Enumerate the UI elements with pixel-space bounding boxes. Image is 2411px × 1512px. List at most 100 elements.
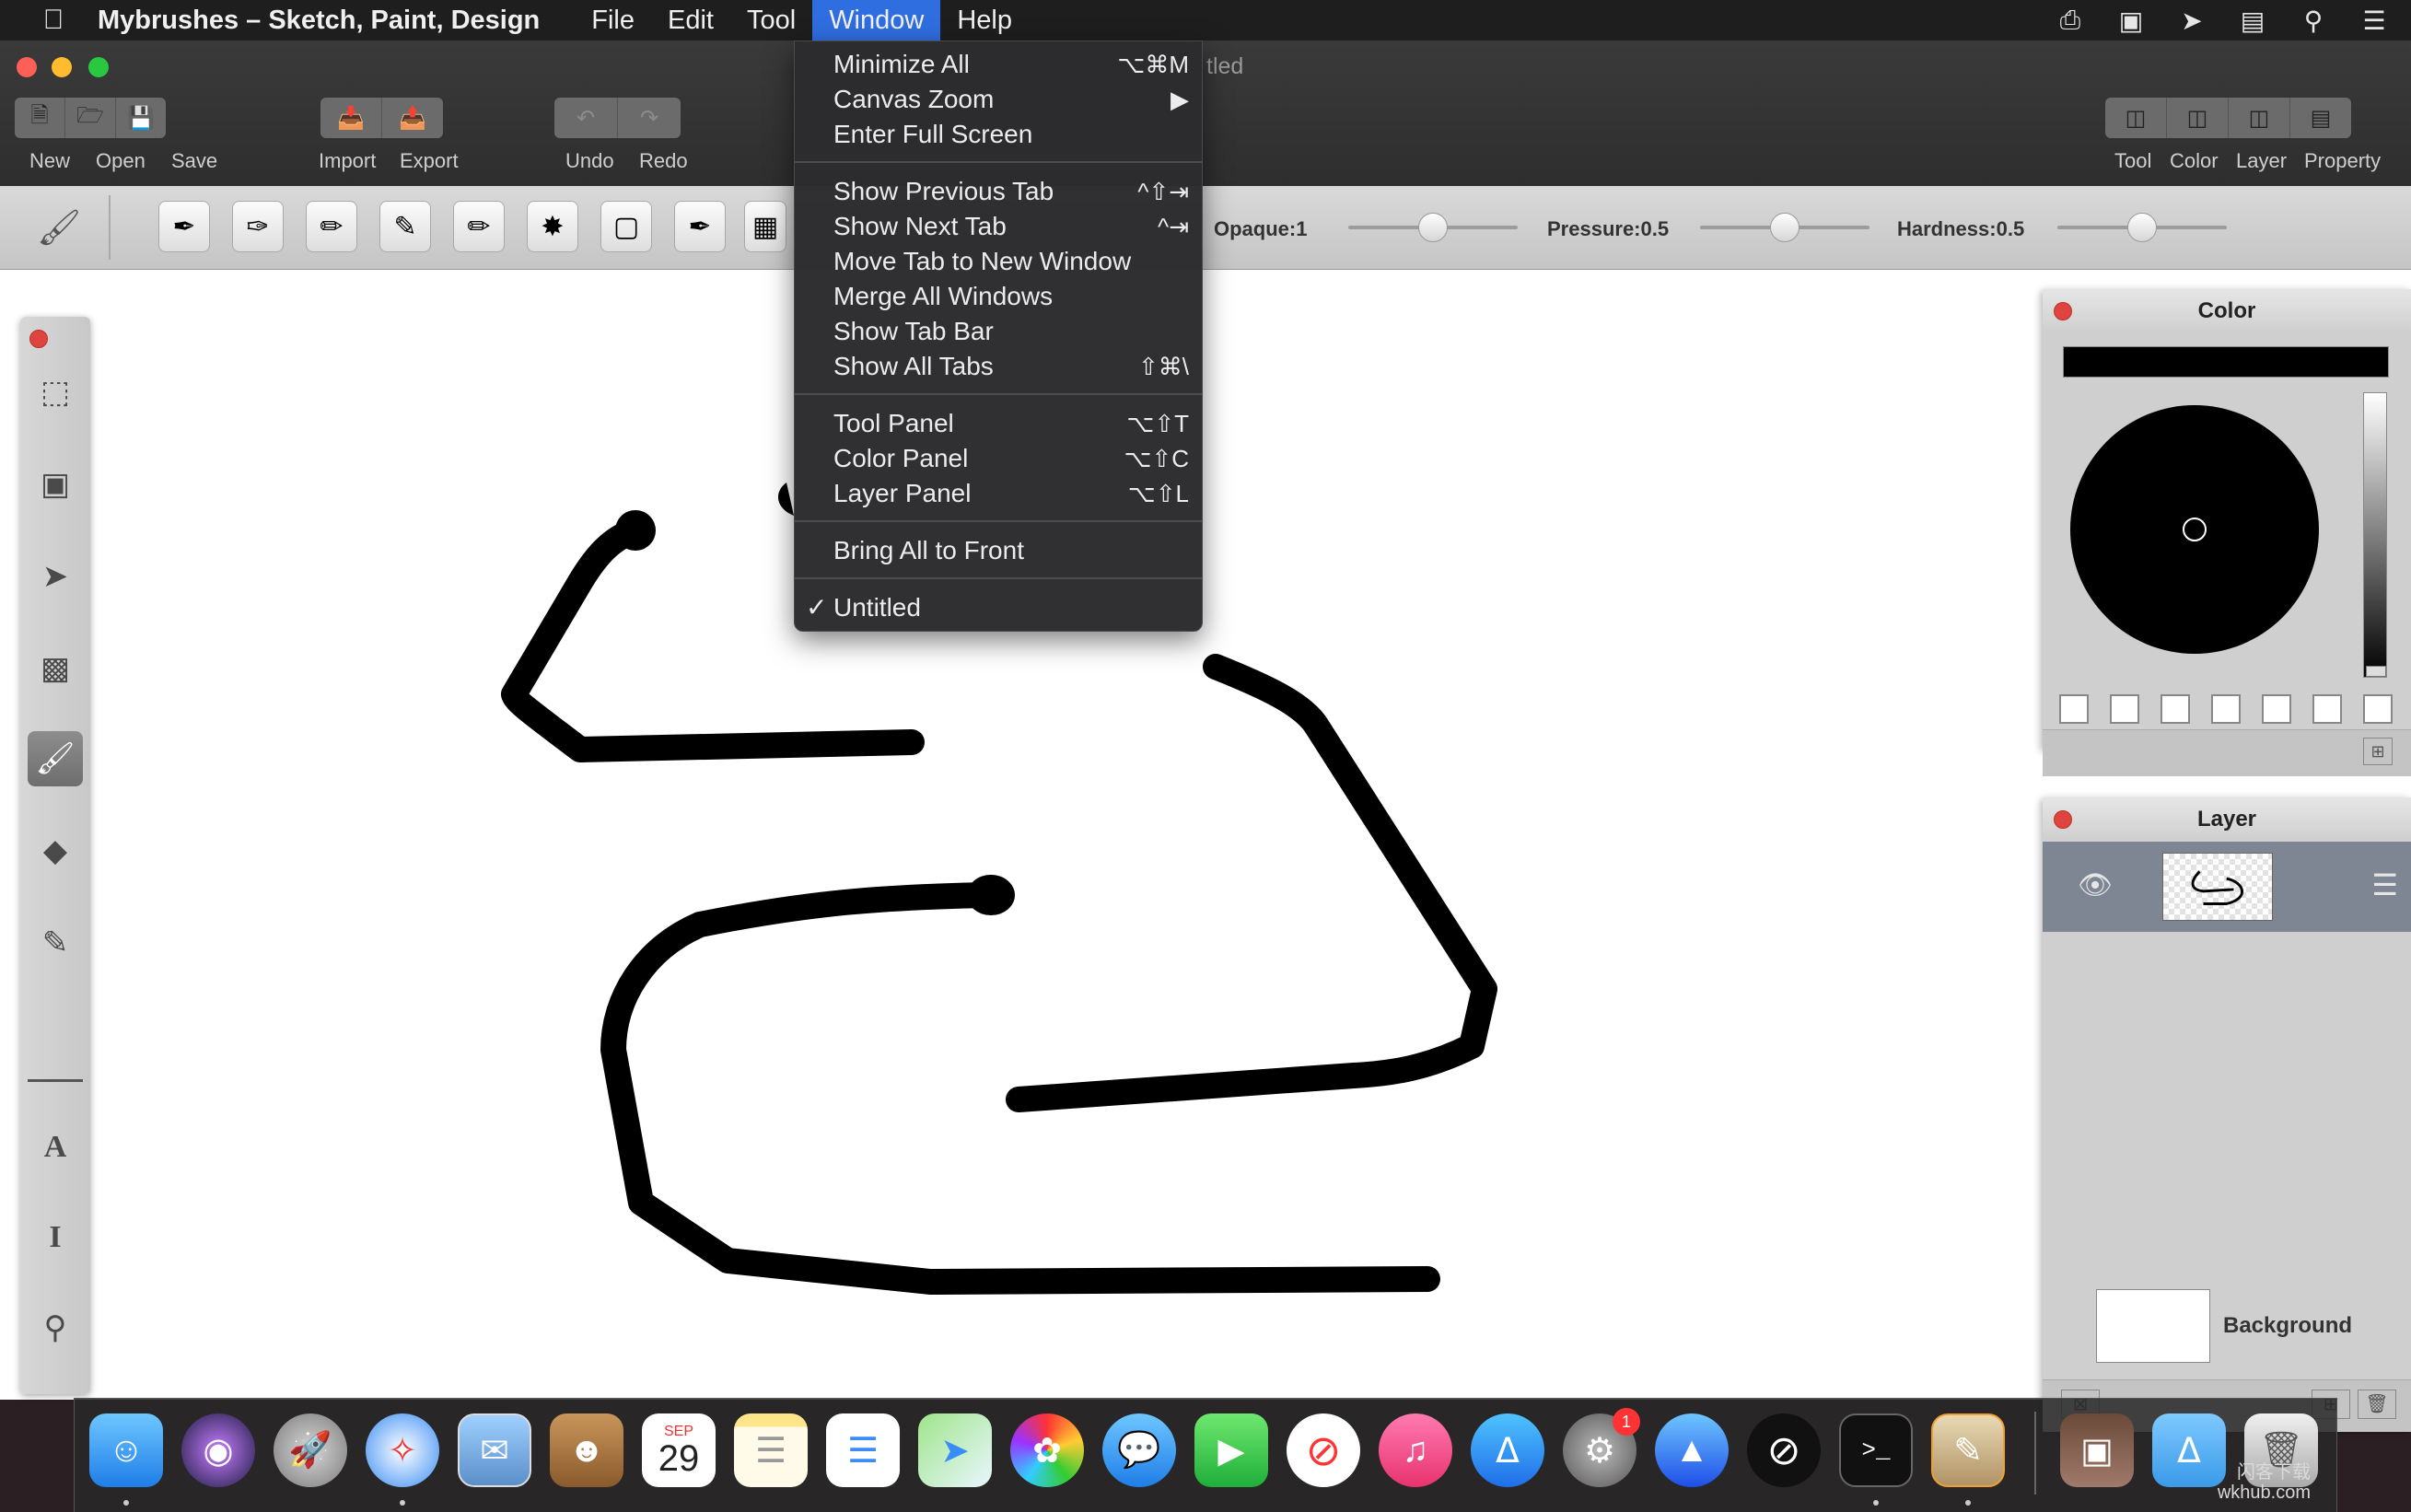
color-picker-ring[interactable] — [2183, 518, 2207, 541]
move-tool[interactable]: ➤ — [28, 549, 83, 604]
toggle-layer-panel-button[interactable]: ◫ — [2229, 98, 2290, 138]
pressure-slider-knob[interactable] — [1770, 213, 1800, 242]
dock-calendar-icon[interactable]: SEP 29 — [642, 1413, 716, 1487]
color-swatch[interactable] — [2110, 694, 2139, 724]
toggle-property-panel-button[interactable]: ▤ — [2290, 98, 2351, 138]
brush-preset-more[interactable]: ▦ — [744, 201, 786, 252]
color-wheel[interactable] — [2070, 405, 2319, 654]
redo-button[interactable]: ↷ — [618, 98, 681, 138]
menu-item-move-tab-to-new-window[interactable]: Move Tab to New Window — [795, 244, 1202, 279]
dock-app-store-icon[interactable]: ᐃ — [1471, 1413, 1544, 1487]
screen-mirror-icon[interactable]: ▤ — [2234, 6, 2271, 36]
new-button[interactable]: 🗎 — [15, 98, 65, 138]
dock-photos-icon[interactable]: ✿ — [1010, 1413, 1084, 1487]
import-button[interactable]: 📥 — [320, 98, 382, 138]
dock-music-icon[interactable]: ♫ — [1379, 1413, 1452, 1487]
dock-terminal-icon[interactable]: >_ — [1839, 1413, 1913, 1487]
brush-preset-charcoal[interactable]: ✎ — [379, 201, 431, 252]
color-swatch[interactable] — [2312, 694, 2342, 724]
menu-item-enter-full-screen[interactable]: Enter Full Screen — [795, 117, 1202, 152]
menu-item-untitled[interactable]: ✓ Untitled — [795, 590, 1202, 625]
app-name-menu[interactable]: Mybrushes – Sketch, Paint, Design — [98, 6, 540, 36]
apple-menu-icon[interactable]:  — [35, 5, 72, 36]
color-swatch[interactable] — [2161, 694, 2190, 724]
color-swatch[interactable] — [2262, 694, 2291, 724]
menu-item-canvas-zoom[interactable]: Canvas Zoom ▶ — [795, 82, 1202, 117]
layer-row-selected[interactable]: 👁 ☰ — [2043, 842, 2411, 932]
brush-preset-pen[interactable]: ✑ — [232, 201, 284, 252]
brush-preset-pencil[interactable]: ✏ — [306, 201, 357, 252]
pressure-slider[interactable] — [1700, 213, 1869, 242]
spotlight-search-icon[interactable]: ⚲ — [2295, 6, 2332, 36]
dock-reminders-icon[interactable]: ☰ — [826, 1413, 900, 1487]
minimize-window-button[interactable] — [52, 57, 72, 77]
undo-button[interactable]: ↶ — [554, 98, 618, 138]
hardness-slider-knob[interactable] — [2127, 213, 2157, 242]
menu-tool[interactable]: Tool — [730, 0, 812, 41]
marquee-select-tool[interactable]: ⬚ — [28, 365, 83, 420]
dock-mountain-app-icon[interactable]: ▲ — [1655, 1413, 1729, 1487]
printer-status-icon[interactable]: ⎙ — [2052, 6, 2089, 36]
brush-tool[interactable]: 🖌 — [28, 731, 83, 786]
brush-preset-ink[interactable]: ✒ — [158, 201, 210, 252]
transform-tool[interactable]: ▩ — [28, 641, 83, 696]
layer-panel-close-button[interactable] — [2054, 810, 2072, 829]
close-window-button[interactable] — [17, 57, 37, 77]
menu-edit[interactable]: Edit — [651, 0, 730, 41]
dock-contacts-icon[interactable]: ☻ — [550, 1413, 623, 1487]
dock-safari-icon[interactable]: ✧ — [366, 1413, 439, 1487]
text-tool[interactable]: A — [28, 1120, 83, 1175]
eyedropper-tool[interactable]: ✎ — [28, 915, 83, 971]
dock-finder-icon[interactable]: ☺ — [89, 1413, 163, 1487]
save-button[interactable]: 💾 — [116, 98, 166, 138]
toggle-tool-panel-button[interactable]: ◫ — [2105, 98, 2167, 138]
dock-news-icon[interactable]: ⊘ — [1287, 1413, 1360, 1487]
opaque-slider-knob[interactable] — [1418, 213, 1448, 242]
menu-item-show-tab-bar[interactable]: Show Tab Bar — [795, 314, 1202, 349]
brush-preset-marker[interactable]: ✏ — [453, 201, 505, 252]
dock-facetime-icon[interactable]: ▶ — [1194, 1413, 1268, 1487]
brightness-slider-knob[interactable] — [2366, 666, 2386, 677]
brush-tool-icon[interactable]: 🖌 — [37, 208, 81, 249]
menu-help[interactable]: Help — [940, 0, 1029, 41]
menu-item-tool-panel[interactable]: Tool Panel ⌥⇧T — [795, 406, 1202, 441]
layer-options-menu-icon[interactable]: ☰ — [2371, 867, 2398, 902]
dock-applications-folder-icon[interactable]: ᐃ — [2152, 1413, 2226, 1487]
dock-notes-icon[interactable]: ☰ — [734, 1413, 808, 1487]
display-status-icon[interactable]: ▣ — [2113, 6, 2149, 36]
menu-item-minimize-all[interactable]: Minimize All ⌥⌘M — [795, 47, 1202, 82]
layer-visibility-eye-icon[interactable]: 👁 — [2078, 869, 2113, 901]
hardness-slider[interactable] — [2057, 213, 2227, 242]
eraser-tool[interactable]: ◆ — [28, 823, 83, 878]
menu-item-show-all-tabs[interactable]: Show All Tabs ⇧⌘\ — [795, 349, 1202, 384]
dock-edge-app-icon[interactable]: ⊘ — [1747, 1413, 1821, 1487]
color-swatch[interactable] — [2211, 694, 2241, 724]
color-panel-close-button[interactable] — [2054, 302, 2072, 320]
background-layer-row[interactable]: Background — [2043, 1289, 2411, 1372]
dock-maps-icon[interactable]: ➤ — [918, 1413, 992, 1487]
opaque-slider[interactable] — [1348, 213, 1518, 242]
dock-recent-image-icon[interactable]: ▣ — [2060, 1413, 2134, 1487]
dock-siri-icon[interactable]: ◉ — [181, 1413, 255, 1487]
line-tool[interactable] — [28, 1079, 83, 1082]
add-swatch-button[interactable]: ⊞ — [2363, 738, 2393, 765]
dock-mybrushes-icon[interactable]: ✎ — [1931, 1413, 2005, 1487]
lasso-select-tool[interactable]: ▣ — [28, 457, 83, 512]
brush-preset-crayon[interactable]: ✒ — [674, 201, 726, 252]
open-button[interactable]: 🗁 — [65, 98, 116, 138]
notification-center-icon[interactable]: ☰ — [2356, 6, 2393, 36]
send-status-icon[interactable]: ➤ — [2173, 6, 2210, 36]
toggle-color-panel-button[interactable]: ◫ — [2167, 98, 2229, 138]
menu-item-merge-all-windows[interactable]: Merge All Windows — [795, 279, 1202, 314]
dock-launchpad-icon[interactable]: 🚀 — [274, 1413, 347, 1487]
brightness-slider[interactable] — [2363, 392, 2387, 678]
menu-item-layer-panel[interactable]: Layer Panel ⌥⇧L — [795, 476, 1202, 511]
dock-messages-icon[interactable]: 💬 — [1102, 1413, 1176, 1487]
color-swatch[interactable] — [2059, 694, 2089, 724]
color-swatch[interactable] — [2363, 694, 2393, 724]
brush-preset-airbrush[interactable]: ✸ — [527, 201, 578, 252]
zoom-window-button[interactable] — [88, 57, 109, 77]
zoom-tool[interactable]: ⚲ — [28, 1300, 83, 1355]
menu-file[interactable]: File — [575, 0, 651, 41]
menu-item-bring-all-to-front[interactable]: Bring All to Front — [795, 533, 1202, 568]
